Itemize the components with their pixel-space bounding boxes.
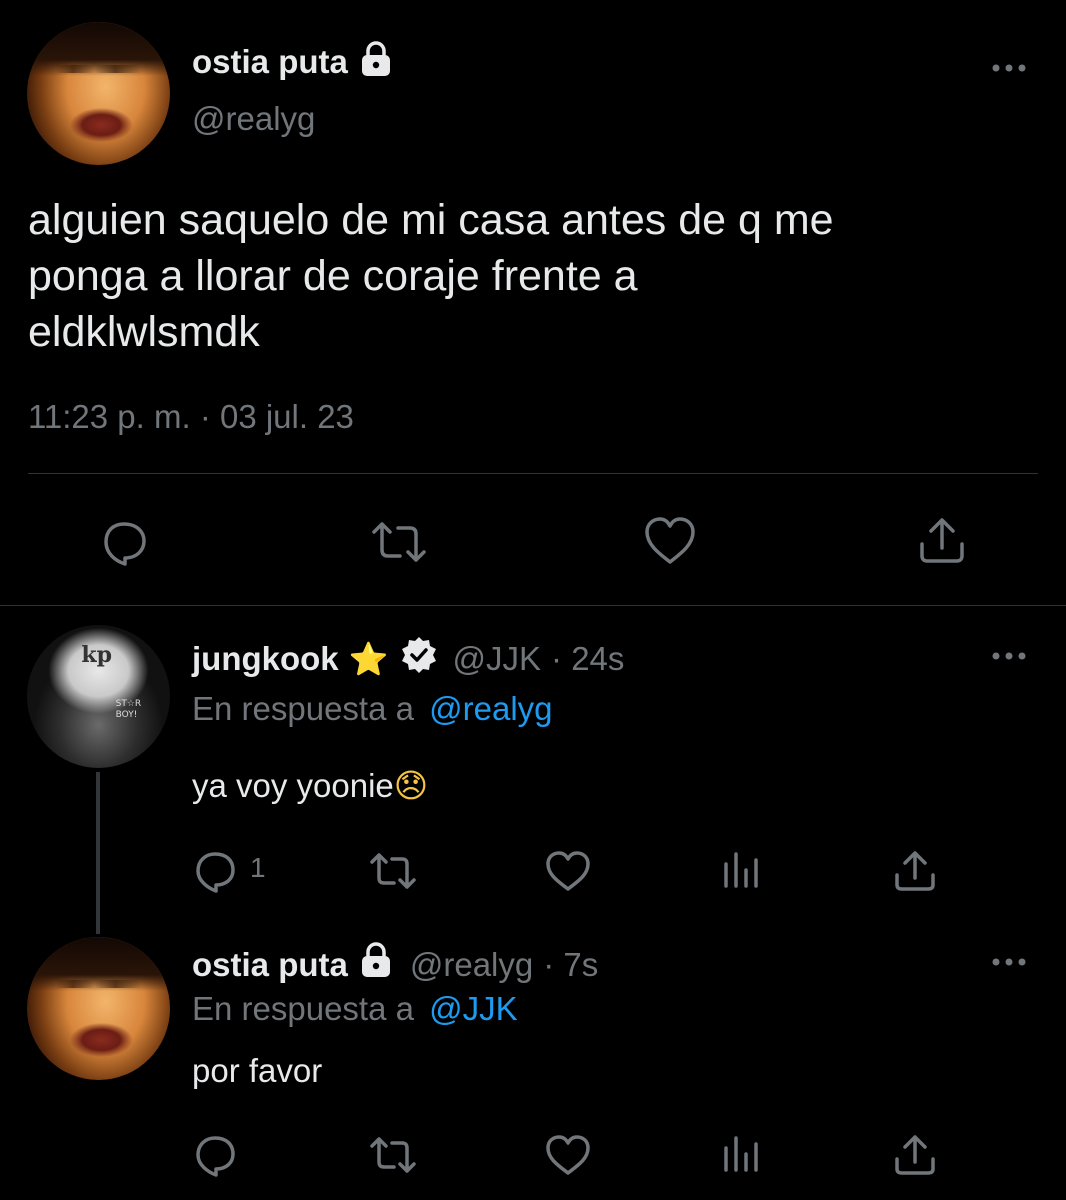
reply1-header: jungkook ⭐ @JJK · 24s: [192, 636, 624, 682]
main-tweet-handle[interactable]: @realyg: [192, 100, 315, 138]
star-emoji: ⭐: [348, 640, 389, 678]
reply2-display-name[interactable]: ostia puta: [192, 946, 348, 984]
share-icon[interactable]: [892, 848, 938, 894]
more-options-icon[interactable]: [990, 956, 1028, 968]
reply-icon[interactable]: [192, 848, 238, 894]
replying-to-handle[interactable]: @realyg: [429, 690, 552, 727]
lock-icon: [356, 40, 396, 85]
like-icon[interactable]: [544, 1132, 592, 1178]
reply1-time[interactable]: · 24s: [551, 640, 624, 678]
reply2-time[interactable]: · 7s: [543, 946, 598, 984]
retweet-icon[interactable]: [370, 516, 428, 568]
reply2-handle[interactable]: @realyg: [410, 946, 533, 984]
thread-line: [96, 772, 100, 934]
like-icon[interactable]: [642, 514, 698, 568]
replying-to-prefix: En respuesta a: [192, 690, 414, 727]
disappointed-face-emoji: 😞: [393, 766, 429, 805]
analytics-icon[interactable]: [720, 1134, 764, 1174]
reply-icon[interactable]: [98, 516, 150, 568]
reply1-display-name[interactable]: jungkook: [192, 640, 339, 678]
main-tweet-text-line: eldklwlsmdk: [28, 308, 260, 356]
main-tweet-avatar[interactable]: [27, 22, 170, 165]
main-tweet-display-name[interactable]: ostia puta: [192, 43, 348, 81]
reply-count: 1: [250, 852, 266, 883]
reply1-text-body: ya voy yoonie: [192, 767, 394, 804]
main-tweet-text: alguien saquelo de mi casa antes de q me…: [28, 192, 1038, 360]
avatar-cap-logo: kp: [81, 642, 112, 669]
reply1-avatar[interactable]: kp ST☆R BOY!: [27, 625, 170, 768]
reply2-avatar[interactable]: [27, 937, 170, 1080]
more-options-icon[interactable]: [990, 62, 1028, 74]
more-options-icon[interactable]: [990, 650, 1028, 662]
like-icon[interactable]: [544, 848, 592, 894]
replying-to-handle[interactable]: @JJK: [429, 990, 518, 1027]
main-tweet-text-line: alguien saquelo de mi casa antes de q me: [28, 196, 834, 244]
retweet-icon[interactable]: [368, 848, 418, 894]
share-icon[interactable]: [892, 1132, 938, 1178]
main-tweet-header: ostia puta: [192, 40, 396, 84]
divider: [28, 473, 1038, 474]
reply2-replying-to: En respuesta a @JJK: [192, 990, 518, 1028]
replying-to-prefix: En respuesta a: [192, 990, 414, 1027]
avatar-shirt-text: ST☆R BOY!: [115, 699, 142, 721]
divider: [0, 605, 1066, 606]
retweet-icon[interactable]: [368, 1132, 418, 1178]
reply-icon[interactable]: [192, 1132, 238, 1178]
main-tweet-text-line: ponga a llorar de coraje frente a: [28, 252, 638, 300]
lock-icon: [356, 941, 396, 989]
main-tweet-timestamp[interactable]: 11:23 p. m. · 03 jul. 23: [28, 398, 354, 436]
reply1-replying-to: En respuesta a @realyg: [192, 690, 553, 728]
analytics-icon[interactable]: [720, 850, 764, 890]
reply2-text: por favor: [192, 1052, 323, 1089]
reply1-text: ya voy yoonie😞: [192, 766, 428, 805]
reply2-header: ostia puta @realyg · 7s: [192, 942, 598, 988]
share-icon[interactable]: [916, 514, 968, 566]
reply1-handle[interactable]: @JJK: [453, 640, 542, 678]
verified-badge-icon: [399, 635, 439, 683]
